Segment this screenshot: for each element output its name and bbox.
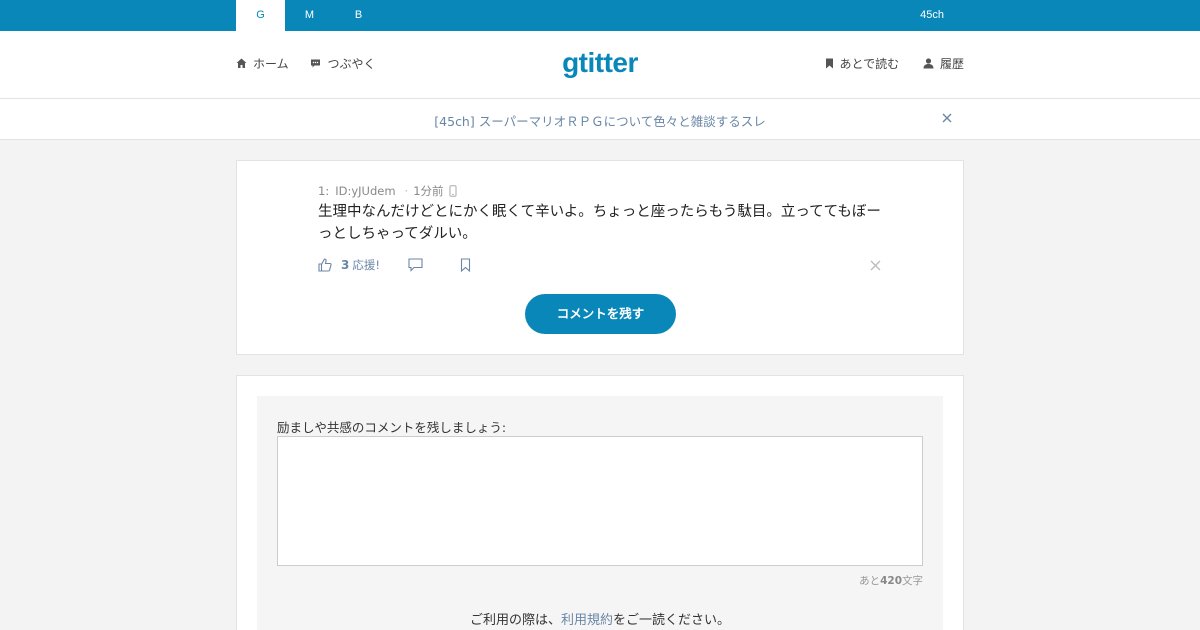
nav-read-later[interactable]: あとで読む bbox=[825, 55, 900, 72]
nav-history[interactable]: 履歴 bbox=[923, 55, 964, 72]
post-user-id[interactable]: ID:yJUdem bbox=[335, 184, 395, 198]
post-number: 1: bbox=[318, 184, 330, 198]
tab-b[interactable]: B bbox=[334, 0, 383, 31]
comment-textarea[interactable] bbox=[277, 436, 923, 566]
close-icon[interactable] bbox=[941, 112, 953, 124]
site-logo[interactable]: gtitter bbox=[0, 47, 1200, 79]
thread-bar: [45ch] スーパーマリオＲＰＧについて色々と雑談するスレ bbox=[0, 99, 1200, 140]
terms-link[interactable]: 利用規約 bbox=[561, 613, 613, 628]
comment-form-label: 励ましや共感のコメントを残しましょう: bbox=[277, 420, 507, 435]
thread-title[interactable]: [45ch] スーパーマリオＲＰＧについて色々と雑談するスレ bbox=[0, 111, 1200, 130]
post-card: 1: ID:yJUdem · 1分前 生理中なんだけどとにかく眠くて辛いよ。ちょ… bbox=[236, 160, 964, 355]
terms-notice: ご利用の際は、利用規約をご一読ください。 bbox=[257, 609, 943, 628]
comment-form: 励ましや共感のコメントを残しましょう: あと420文字 ご利用の際は、利用規約を… bbox=[257, 396, 943, 630]
thumbs-up-icon bbox=[318, 258, 332, 272]
post-body: 生理中なんだけどとにかく眠くて辛いよ。ちょっと座ったらもう駄目。立っててもぼーっ… bbox=[318, 204, 881, 242]
user-icon bbox=[923, 58, 934, 69]
top-bar: G M B 45ch bbox=[0, 0, 1200, 31]
bookmark-icon bbox=[825, 58, 833, 69]
counter-suffix: 文字 bbox=[902, 575, 923, 587]
close-icon bbox=[870, 260, 881, 271]
comment-icon bbox=[408, 258, 423, 272]
post-meta: 1: ID:yJUdem · 1分前 bbox=[318, 183, 457, 199]
bookmark-button[interactable] bbox=[460, 258, 471, 275]
cheer-label: 応援! bbox=[352, 258, 380, 272]
nav-read-later-label: あとで読む bbox=[839, 57, 900, 71]
bookmark-outline-icon bbox=[460, 258, 471, 273]
comment-icon-button[interactable] bbox=[408, 258, 423, 275]
hide-post-button[interactable] bbox=[870, 260, 881, 274]
terms-suffix: をご一読ください。 bbox=[613, 613, 731, 628]
comment-form-card: 励ましや共感のコメントを残しましょう: あと420文字 ご利用の際は、利用規約を… bbox=[236, 375, 964, 630]
mobile-phone-icon bbox=[449, 185, 457, 197]
tab-g[interactable]: G bbox=[236, 0, 285, 31]
nav-right: あとで読む 履歴 bbox=[805, 55, 964, 72]
post-time: 1分前 bbox=[413, 184, 444, 198]
site-header: ホーム つぶやく gtitter あとで読む 履歴 bbox=[0, 31, 1200, 99]
leave-comment-button[interactable]: コメントを残す bbox=[525, 294, 676, 334]
cheer-count: 3 bbox=[341, 258, 350, 272]
counter-prefix: あと bbox=[859, 575, 881, 587]
counter-value: 420 bbox=[880, 575, 902, 587]
terms-prefix: ご利用の際は、 bbox=[469, 613, 561, 628]
cheer-button[interactable]: 3 応援! bbox=[318, 257, 380, 273]
tab-m[interactable]: M bbox=[285, 0, 334, 31]
post-actions: 3 応援! bbox=[318, 257, 883, 277]
nav-history-label: 履歴 bbox=[939, 57, 964, 71]
char-counter: あと420文字 bbox=[859, 573, 923, 588]
board-link-45ch[interactable]: 45ch bbox=[920, 0, 944, 31]
meta-separator: · bbox=[404, 184, 409, 198]
